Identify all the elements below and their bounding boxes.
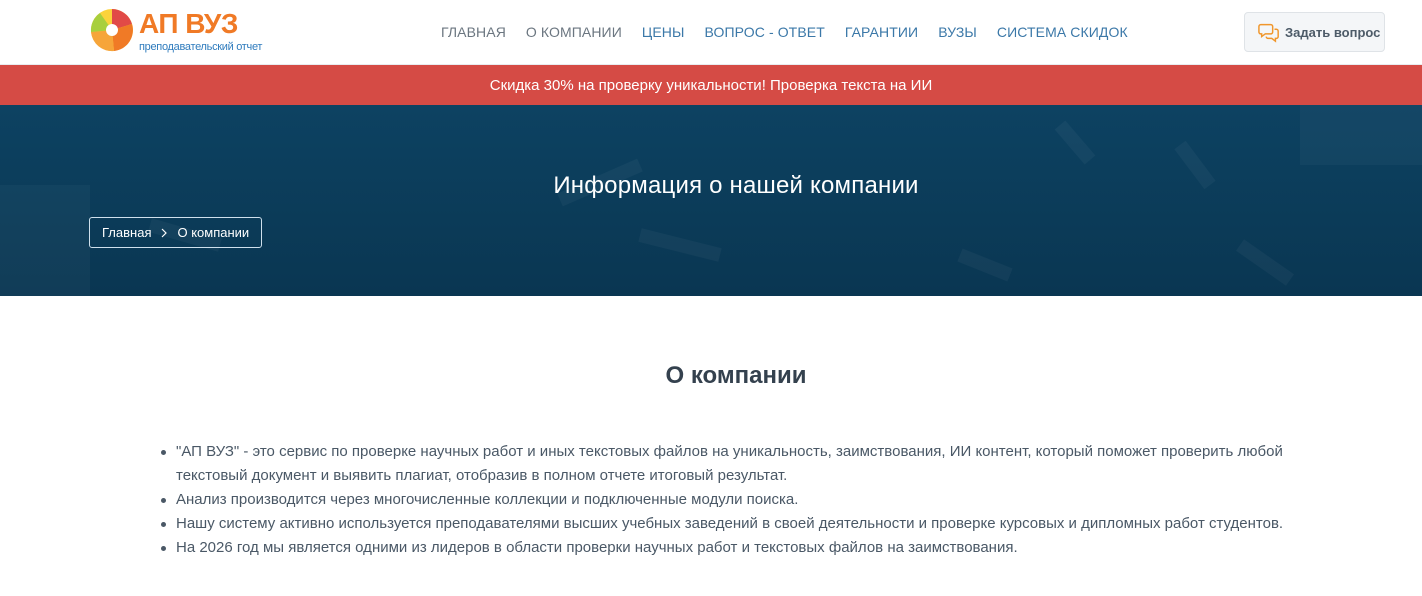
list-item-text: На 2026 год мы является одними из лидеро… (176, 539, 1018, 556)
site-header: АП ВУЗ преподавательский отчет ГЛАВНАЯ О… (0, 0, 1422, 65)
logo-subtitle: преподавательский отчет (139, 41, 263, 53)
nav-item-guarantees[interactable]: ГАРАНТИИ (845, 24, 918, 40)
logo[interactable]: АП ВУЗ преподавательский отчет (90, 8, 263, 56)
nav-item-universities[interactable]: ВУЗЫ (938, 24, 977, 40)
hero-background-decoration (148, 120, 1295, 286)
nav-item-prices[interactable]: ЦЕНЫ (642, 24, 685, 40)
breadcrumb-current: О компании (177, 225, 250, 240)
logo-mark-icon (90, 9, 133, 52)
nav-item-faq[interactable]: ВОПРОС - ОТВЕТ (705, 24, 825, 40)
bullet-icon (161, 522, 166, 527)
promo-banner[interactable]: Скидка 30% на проверку уникальности! Про… (0, 65, 1422, 105)
breadcrumb-home-link[interactable]: Главная (102, 225, 151, 240)
about-list: "АП ВУЗ" - это сервис по проверке научны… (161, 440, 1316, 560)
section-title: О компании (665, 362, 807, 389)
bullet-icon (161, 450, 166, 455)
page-hero: Информация о нашей компании Главная О ко… (0, 105, 1422, 296)
nav-item-discounts[interactable]: СИСТЕМА СКИДОК (997, 24, 1128, 40)
bullet-icon (161, 498, 166, 503)
promo-text: Скидка 30% на проверку уникальности! Про… (489, 76, 933, 94)
page-title: Информация о нашей компании (553, 172, 919, 199)
bullet-icon (161, 546, 166, 551)
nav-item-home[interactable]: ГЛАВНАЯ (441, 24, 506, 40)
breadcrumb: Главная О компании (89, 217, 263, 248)
list-item-text: Анализ производится через многочисленные… (176, 491, 799, 508)
list-item: "АП ВУЗ" - это сервис по проверке научны… (161, 440, 1316, 488)
chat-bubbles-icon (1258, 23, 1279, 43)
main-nav: ГЛАВНАЯ О КОМПАНИИ ЦЕНЫ ВОПРОС - ОТВЕТ Г… (441, 0, 1148, 64)
list-item-text: Нашу систему активно используется препод… (176, 515, 1284, 532)
ask-question-button[interactable]: Задать вопрос (1244, 12, 1385, 52)
list-item: На 2026 год мы является одними из лидеро… (161, 536, 1316, 560)
list-item-text: "АП ВУЗ" - это сервис по проверке научны… (176, 443, 1283, 484)
list-item: Нашу систему активно используется препод… (161, 512, 1316, 536)
list-item: Анализ производится через многочисленные… (161, 488, 1316, 512)
ask-question-label: Задать вопрос (1285, 24, 1381, 40)
nav-item-about[interactable]: О КОМПАНИИ (526, 24, 622, 40)
logo-title: АП ВУЗ (139, 8, 238, 39)
chevron-right-icon (162, 228, 168, 237)
